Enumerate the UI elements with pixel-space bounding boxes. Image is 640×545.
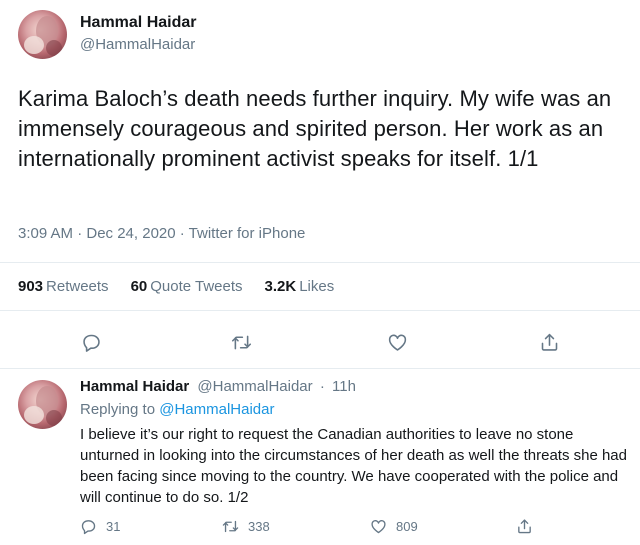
- like-button[interactable]: [377, 322, 417, 362]
- retweet-count: 338: [248, 518, 270, 534]
- divider: [0, 368, 640, 369]
- share-icon: [541, 333, 557, 351]
- retweets-count: 903: [18, 278, 44, 295]
- retweets-label: Retweets: [46, 278, 109, 295]
- like-count: 809: [396, 518, 418, 534]
- author-name[interactable]: Hammal Haidar: [80, 14, 197, 32]
- reply-like-button[interactable]: 809: [370, 512, 418, 540]
- reply-share-button[interactable]: [516, 512, 542, 540]
- author-handle[interactable]: @HammalHaidar: [80, 36, 195, 53]
- separator-dot: ·: [319, 378, 325, 395]
- reply-actions: 31 338 809: [0, 512, 640, 540]
- reply-icon: [82, 334, 100, 352]
- reply-button[interactable]: [71, 322, 111, 362]
- likes-stat[interactable]: 3.2K Likes: [265, 278, 335, 295]
- like-icon: [388, 334, 406, 351]
- likes-label: Likes: [299, 278, 335, 295]
- quote-tweets-label: Quote Tweets: [150, 278, 243, 295]
- retweet-icon: [222, 520, 239, 532]
- reply-author-avatar[interactable]: [18, 380, 67, 429]
- quote-tweets-count: 60: [130, 278, 148, 295]
- reply-count: 31: [106, 518, 121, 534]
- share-icon: [518, 518, 531, 533]
- reply-reply-button[interactable]: 31: [80, 512, 120, 540]
- replying-to-prefix: Replying to: [80, 401, 156, 418]
- replying-to-link[interactable]: @HammalHaidar: [159, 401, 274, 418]
- reply-author-name[interactable]: Hammal Haidar: [80, 378, 189, 395]
- reply-icon: [81, 519, 96, 534]
- reply-header: Hammal Haidar @HammalHaidar · 11h: [80, 378, 356, 395]
- tweet-actions: [0, 322, 640, 362]
- reply-retweet-button[interactable]: 338: [222, 512, 270, 540]
- likes-count: 3.2K: [264, 278, 297, 295]
- tweet-text: Karima Baloch’s death needs further inqu…: [18, 86, 612, 171]
- retweet-icon: [231, 335, 251, 349]
- tweet-stats: 903 Retweets 60 Quote Tweets 3.2K Likes: [18, 278, 356, 295]
- reply-timestamp[interactable]: 11h: [332, 378, 356, 395]
- share-button[interactable]: [529, 322, 569, 362]
- quote-tweets-stat[interactable]: 60 Quote Tweets: [131, 278, 243, 295]
- tweet-timestamp[interactable]: 3:09 AM · Dec 24, 2020 · Twitter for iPh…: [18, 225, 305, 242]
- retweet-button[interactable]: [221, 322, 261, 362]
- divider: [0, 310, 640, 311]
- reply-text: I believe it’s our right to request the …: [80, 426, 627, 506]
- reply-author-handle[interactable]: @HammalHaidar: [197, 378, 312, 395]
- retweets-stat[interactable]: 903 Retweets: [18, 278, 109, 295]
- author-avatar[interactable]: [18, 10, 67, 59]
- replying-to: Replying to @HammalHaidar: [80, 401, 274, 418]
- like-icon: [371, 519, 386, 533]
- divider: [0, 262, 640, 263]
